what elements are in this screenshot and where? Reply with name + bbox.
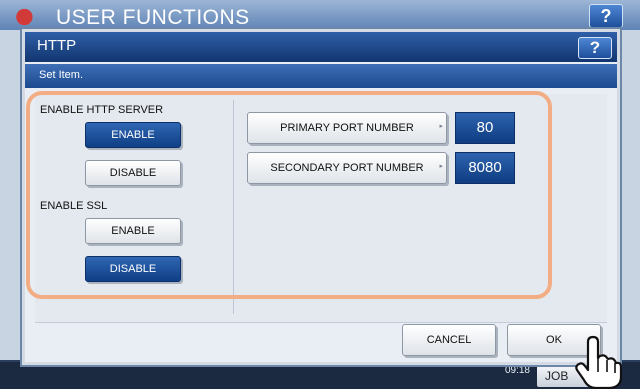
app-header: USER FUNCTIONS ? [0, 0, 640, 30]
cancel-label: CANCEL [426, 334, 472, 346]
dialog-separator [35, 322, 607, 323]
app-title: USER FUNCTIONS [56, 6, 250, 29]
hand-pointer-icon [575, 335, 622, 389]
ok-label: OK [546, 334, 562, 346]
clock: 09:18 [504, 365, 530, 376]
logo-icon [14, 8, 40, 26]
dialog-help-button[interactable]: ? [578, 37, 612, 59]
app-help-button[interactable]: ? [589, 4, 623, 28]
dialog-instruction-bar: Set Item. [25, 64, 617, 88]
highlight-callout [26, 91, 552, 299]
dialog-instruction: Set Item. [39, 69, 84, 81]
dialog-titlebar: HTTP ? [25, 32, 617, 62]
dialog-title: HTTP [37, 37, 77, 54]
cancel-button[interactable]: CANCEL [402, 324, 496, 356]
